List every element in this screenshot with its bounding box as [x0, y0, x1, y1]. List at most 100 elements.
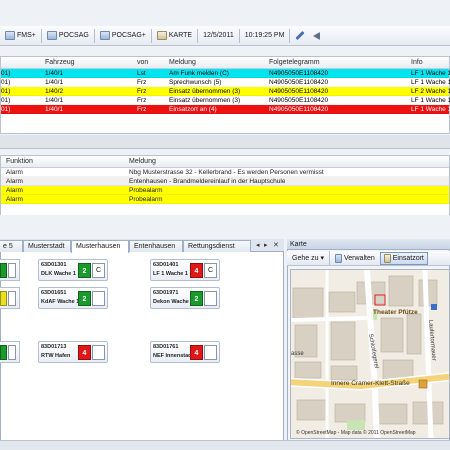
unit-flag-box — [92, 345, 105, 360]
table-cell-fahrzeug: 1/40/1 — [45, 79, 64, 86]
table-cell-prefix: 01) — [1, 97, 11, 104]
tab-scroll-left-icon[interactable]: ◂ — [256, 241, 260, 249]
map-marker — [418, 379, 428, 389]
fms-button[interactable]: FMS+ — [2, 28, 39, 44]
unit-card[interactable] — [0, 259, 20, 281]
pen-icon — [295, 30, 306, 41]
table-cell-prefix: 01) — [1, 79, 11, 86]
unit-card[interactable]: 63D01401 LF 1 Wache 14C — [150, 259, 220, 281]
map-view[interactable]: Theater Pfütze Innere Cramer-Klett-Straß… — [290, 269, 450, 439]
column-header-meldung[interactable]: Meldung — [129, 158, 156, 165]
grid-spacer — [0, 215, 450, 235]
table-row[interactable]: 01) 1/40/1 Frz Einsatz übernommen (3) N49050… — [1, 96, 450, 105]
unit-card[interactable]: 63D01971 Dekon Wache 12 — [150, 287, 220, 309]
unit-id: 83D01713 — [41, 344, 67, 350]
unit-name: LF 1 Wache 1 — [153, 271, 188, 277]
einsatzort-button[interactable]: Einsatzort — [379, 251, 428, 265]
time-display: 10:19:25 PM — [242, 28, 288, 44]
main-toolbar: FMS+ POCSAG POCSAG+ KARTE 12/5/2011 10:1… — [0, 26, 450, 46]
table-row[interactable]: 01) 1/40/1 Frz Sprechwunsch (5) N4905050E110… — [1, 78, 450, 87]
tab-musterhausen[interactable]: Musterhausen — [71, 240, 129, 253]
column-header-von[interactable]: von — [137, 59, 148, 66]
toolbar-separator — [328, 251, 330, 265]
tab-label: e 5 — [3, 243, 13, 250]
karte-label: KARTE — [168, 32, 193, 39]
table-row[interactable]: Alarm Probealarm — [1, 195, 449, 204]
unit-status-badge: 2 — [78, 291, 91, 306]
table-cell-folge: N4905050E1108420 — [269, 106, 329, 113]
map-building — [334, 403, 366, 423]
tab-label: Musterhausen — [76, 243, 121, 250]
close-icon[interactable]: ✕ — [273, 241, 279, 249]
pocsag-plus-button[interactable]: POCSAG+ — [97, 28, 149, 44]
unit-card[interactable] — [0, 341, 20, 363]
toolbar-separator — [197, 28, 199, 43]
column-header-info[interactable]: Info — [411, 59, 423, 66]
tab-label: Musterstadt — [28, 243, 65, 250]
table-cell-fahrzeug: 1/40/2 — [45, 88, 64, 95]
unit-card[interactable]: 63D01651 KdAF Wache 12 — [38, 287, 108, 309]
table-cell-fahrzeug: 1/40/1 — [45, 70, 64, 77]
unit-card[interactable]: 83D01761 NEF Innenstadt 4 — [150, 341, 220, 363]
table-cell-funktion: Alarm — [6, 196, 23, 203]
table-cell-folge: N4905050E1108420 — [269, 70, 329, 77]
verwalten-button[interactable]: Verwalten — [332, 253, 378, 264]
column-header-folgetelegramm[interactable]: Folgetelegramm — [269, 59, 320, 66]
karte-button[interactable]: KARTE — [154, 28, 195, 44]
tab-rettungsdienst[interactable]: Rettungsdienst — [183, 240, 251, 252]
table-row[interactable]: 01) 1/40/2 Frz Einsatz übernommen (3) N49050… — [1, 87, 450, 96]
table-cell-info: LF 1 Wache 1 — [411, 106, 450, 113]
tab-scroll-right-icon[interactable]: ▸ — [264, 241, 268, 249]
map-label-street: Schlotfegerel — [367, 333, 379, 369]
table-cell-meldung: Am Funk melden (C) — [169, 70, 229, 77]
table-cell-info: LF 1 Wache 1 — [411, 97, 450, 104]
table-cell-fahrzeug: 1/40/1 — [45, 106, 64, 113]
grid-spacer — [0, 135, 450, 149]
unit-flag-box — [204, 345, 217, 360]
unit-name: NEF Innenstadt — [153, 353, 194, 359]
map-building — [330, 321, 356, 361]
unit-status-badge: 2 — [78, 263, 91, 278]
unit-name: Dekon Wache 1 — [153, 299, 194, 305]
table-row[interactable]: 01) 1/40/1 Frz Einsatzort an (4) N4905050E11… — [1, 105, 450, 114]
fms-label: FMS+ — [17, 32, 36, 39]
unit-id: 83D01761 — [153, 344, 179, 350]
date-display: 12/5/2011 — [200, 28, 237, 44]
sound-button[interactable] — [310, 28, 323, 44]
tab-label: Rettungsdienst — [188, 243, 235, 250]
document-icon — [334, 253, 342, 263]
table-cell-meldung: Einsatz übernommen (3) — [169, 97, 241, 104]
table-row[interactable]: 01) 1/40/1 Lst Am Funk melden (C) N4905050E1… — [1, 69, 450, 78]
date-text: 12/5/2011 — [203, 32, 234, 39]
column-header-fahrzeug[interactable]: Fahrzeug — [45, 59, 75, 66]
table-row[interactable]: Alarm Entenhausen - Brandmeldereinlauf in… — [1, 177, 449, 186]
table-cell-info: LF 1 Wache 1 — [411, 79, 450, 86]
status-bar — [0, 440, 450, 450]
table-cell-funktion: Alarm — [6, 187, 23, 194]
tab-wache-5[interactable]: e 5 — [0, 240, 23, 252]
tab-label: Entenhausen — [134, 243, 176, 250]
grid-header: Funktion Meldung — [1, 156, 449, 168]
unit-flag-box — [8, 291, 16, 306]
column-header-funktion[interactable]: Funktion — [6, 158, 33, 165]
unit-id: 63D01301 — [41, 262, 67, 268]
column-header-meldung[interactable]: Meldung — [169, 59, 196, 66]
table-row[interactable]: Alarm Nbg Musterstrasse 32 - Kellerbrand … — [1, 168, 449, 177]
pocsag-button[interactable]: POCSAG — [44, 28, 92, 44]
unit-id: 63D01971 — [153, 290, 179, 296]
table-cell-meldung: Entenhausen - Brandmeldereinlauf in der … — [129, 178, 286, 185]
unit-card[interactable] — [0, 287, 20, 309]
table-cell-info: LF 2 Wache 1 — [411, 88, 450, 95]
unit-status-badge: 2 — [190, 291, 203, 306]
tab-musterstadt[interactable]: Musterstadt — [23, 240, 71, 252]
tab-entenhausen[interactable]: Entenhausen — [129, 240, 183, 252]
unit-status-badge: 4 — [78, 345, 91, 360]
unit-card[interactable]: 83D01713 RTW Hafen 4 — [38, 341, 108, 363]
table-cell-meldung: Einsatzort an (4) — [169, 106, 217, 113]
table-row[interactable]: Alarm Probealarm — [1, 186, 449, 195]
map-label-street: Innere Cramer-Klett-Straße — [331, 380, 410, 387]
gehe-zu-dropdown[interactable]: Gehe zu ▾ — [289, 253, 327, 263]
unit-card[interactable]: 63D01301 DLK Wache 12C — [38, 259, 108, 281]
edit-button[interactable] — [292, 28, 308, 44]
map-credit-text: © OpenStreetMap - Map data © 2011 OpenSt… — [296, 430, 416, 436]
